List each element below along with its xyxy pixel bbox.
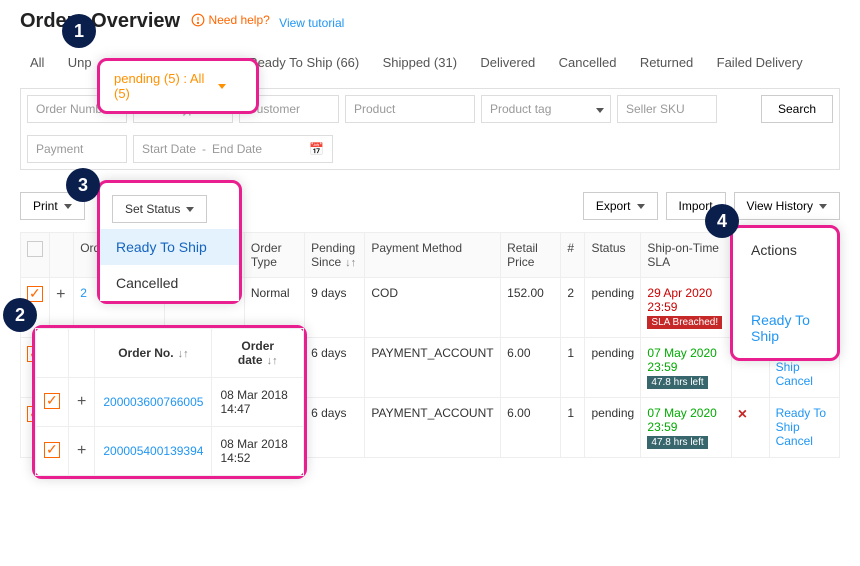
page-title: Orders Overview [20,10,180,33]
qty-cell: 2 [561,278,585,338]
date-range-input[interactable]: Start Date-End Date 📅 [133,135,333,163]
sort-icon: ↓↑ [178,348,189,360]
tab-cancelled[interactable]: Cancelled [549,47,627,78]
pending-since-cell: 6 days [305,338,365,398]
row-checkbox[interactable] [27,286,43,302]
col-ship-sla: Ship-on-Time SLA [641,233,731,278]
expand-row-button[interactable]: + [77,393,86,410]
chevron-down-icon [596,102,604,116]
retail-price-cell: 152.00 [501,278,561,338]
order-date-cell: 08 Mar 2018 14:52 [212,427,304,476]
seller-sku-input[interactable]: Seller SKU [617,95,717,123]
pending-since-cell: 6 days [305,398,365,458]
qty-cell: 1 [561,338,585,398]
annotation-badge-3: 3 [66,168,100,202]
col-order-type: Order Type [244,233,304,278]
expand-row-button[interactable]: + [77,442,86,459]
payment-method-cell: PAYMENT_ACCOUNT [365,398,501,458]
search-button[interactable]: Search [761,95,833,123]
callout-set-status: Set Status Ready To Ship Cancelled [97,180,242,304]
set-status-button[interactable]: Set Status [112,195,207,223]
actions-cell: Ready To Ship Cancel [769,398,839,458]
status-cell: pending [585,278,641,338]
retail-price-cell: 6.00 [501,398,561,458]
tab-returned[interactable]: Returned [630,47,703,78]
cancel-action[interactable]: Cancel [776,374,833,388]
annotation-badge-2: 2 [3,298,37,332]
tab-unp[interactable]: Unp [58,47,102,78]
export-button[interactable]: Export [583,192,658,220]
retail-price-cell: 6.00 [501,338,561,398]
chevron-down-icon [218,84,226,89]
sort-icon: ↓↑ [345,257,356,269]
close-icon[interactable]: × [738,406,747,423]
ready-to-ship-action[interactable]: Ready To Ship [751,312,819,344]
chevron-down-icon [637,204,645,209]
expand-row-button[interactable]: + [56,286,65,303]
row-checkbox[interactable] [44,442,60,458]
help-block: Need help? View tutorial [191,16,344,30]
chevron-down-icon [64,204,72,209]
payment-method-cell: COD [365,278,501,338]
col-payment-method: Payment Method [365,233,501,278]
callout-selected-rows: Order No.↓↑ Order date↓↑ + 2000036007660… [32,325,307,479]
chevron-down-icon [186,207,194,212]
menu-item-ready-to-ship[interactable]: Ready To Ship [100,229,239,265]
tab-pending-dropdown[interactable]: pending (5) : All (5) [100,61,256,111]
product-tag-select[interactable]: Product tag [481,95,611,123]
pending-since-cell: 9 days [305,278,365,338]
select-all-checkbox[interactable] [27,241,43,257]
payment-input[interactable]: Payment [27,135,127,163]
col-retail-price: Retail Price [501,233,561,278]
calendar-icon: 📅 [309,142,324,156]
sla-cell: 07 May 2020 23:59 47.8 hrs left [641,338,731,398]
order-no-link[interactable]: 200003600766005 [95,378,212,427]
ready-to-ship-action[interactable]: Ready To Ship [776,406,833,434]
col-status: Status [585,233,641,278]
status-cell: pending [585,338,641,398]
actions-header: Actions [751,242,819,258]
row-checkbox[interactable] [44,393,60,409]
product-input[interactable]: Product [345,95,475,123]
menu-item-cancelled[interactable]: Cancelled [100,265,239,301]
payment-method-cell: PAYMENT_ACCOUNT [365,338,501,398]
col-order-no[interactable]: Order No.↓↑ [95,329,212,378]
tab-delivered[interactable]: Delivered [470,47,545,78]
sort-icon: ↓↑ [267,355,278,367]
cancel-action[interactable]: Cancel [776,434,833,448]
callout-actions: Actions Ready To Ship [730,225,840,361]
annotation-badge-1: 1 [62,14,96,48]
col-pending-since[interactable]: Pending Since↓↑ [305,233,365,278]
table-row: + 200003600766005 08 Mar 2018 14:47 [36,378,304,427]
status-cell: pending [585,398,641,458]
alert-icon [191,13,205,27]
tab-failed-delivery[interactable]: Failed Delivery [707,47,813,78]
order-date-cell: 08 Mar 2018 14:47 [212,378,304,427]
sla-cell: 07 May 2020 23:59 47.8 hrs left [641,398,731,458]
table-row: + 200005400139394 08 Mar 2018 14:52 [36,427,304,476]
view-tutorial-link[interactable]: View tutorial [279,16,344,30]
qty-cell: 1 [561,398,585,458]
need-help-link[interactable]: Need help? [191,13,269,27]
col-qty: # [561,233,585,278]
view-history-button[interactable]: View History [734,192,840,220]
chevron-down-icon [819,204,827,209]
sla-cell: 29 Apr 2020 23:59 SLA Breached! [641,278,731,338]
order-no-link[interactable]: 200005400139394 [95,427,212,476]
callout-pending-tab: pending (5) : All (5) [97,58,259,114]
set-status-menu: Ready To Ship Cancelled [100,229,239,301]
table-header-row: Order No.↓↑ Order date↓↑ [36,329,304,378]
tab-shipped[interactable]: Shipped (31) [373,47,467,78]
tab-all[interactable]: All [20,47,54,78]
col-order-date[interactable]: Order date↓↑ [212,329,304,378]
annotation-badge-4: 4 [705,204,739,238]
